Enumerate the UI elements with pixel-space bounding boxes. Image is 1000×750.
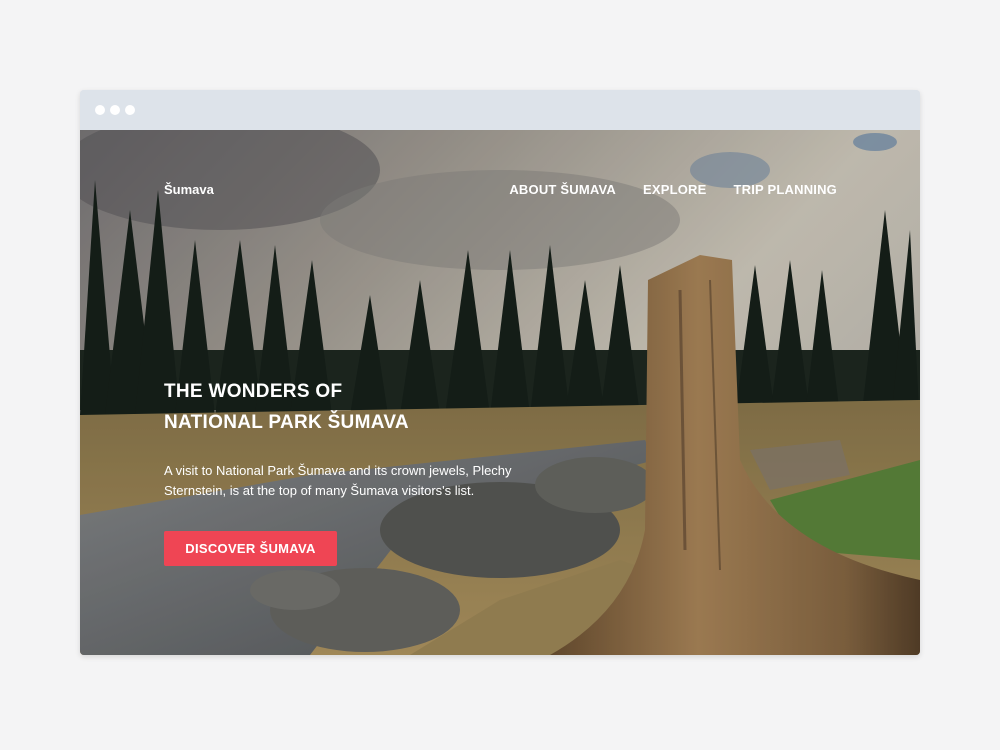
site-logo[interactable]: Šumava	[164, 182, 214, 197]
hero-headline-line-1: THE WONDERS OF	[164, 381, 343, 402]
browser-titlebar	[80, 90, 920, 130]
nav-item-trip-planning[interactable]: TRIP PLANNING	[734, 182, 837, 197]
hero-lead-text: A visit to National Park Šumava and its …	[164, 463, 512, 498]
hero-section: Šumava ABOUT ŠUMAVA EXPLORE TRIP PLANNIN…	[80, 130, 920, 655]
window-dot-icon	[110, 105, 120, 115]
discover-sumava-button[interactable]: DISCOVER ŠUMAVA	[164, 531, 337, 566]
browser-window: Šumava ABOUT ŠUMAVA EXPLORE TRIP PLANNIN…	[80, 90, 920, 655]
window-dot-icon	[125, 105, 135, 115]
window-dot-icon	[95, 105, 105, 115]
nav-item-explore[interactable]: EXPLORE	[643, 182, 707, 197]
nav-item-about-sumava[interactable]: ABOUT ŠUMAVA	[509, 182, 616, 197]
hero-headline-line-2: NATIONAL PARK ŠUMAVA	[164, 412, 409, 433]
main-navigation: ABOUT ŠUMAVA EXPLORE TRIP PLANNING	[509, 182, 837, 197]
hero-headline: THE WONDERS OF NATIONAL PARK ŠUMAVA	[164, 376, 409, 438]
